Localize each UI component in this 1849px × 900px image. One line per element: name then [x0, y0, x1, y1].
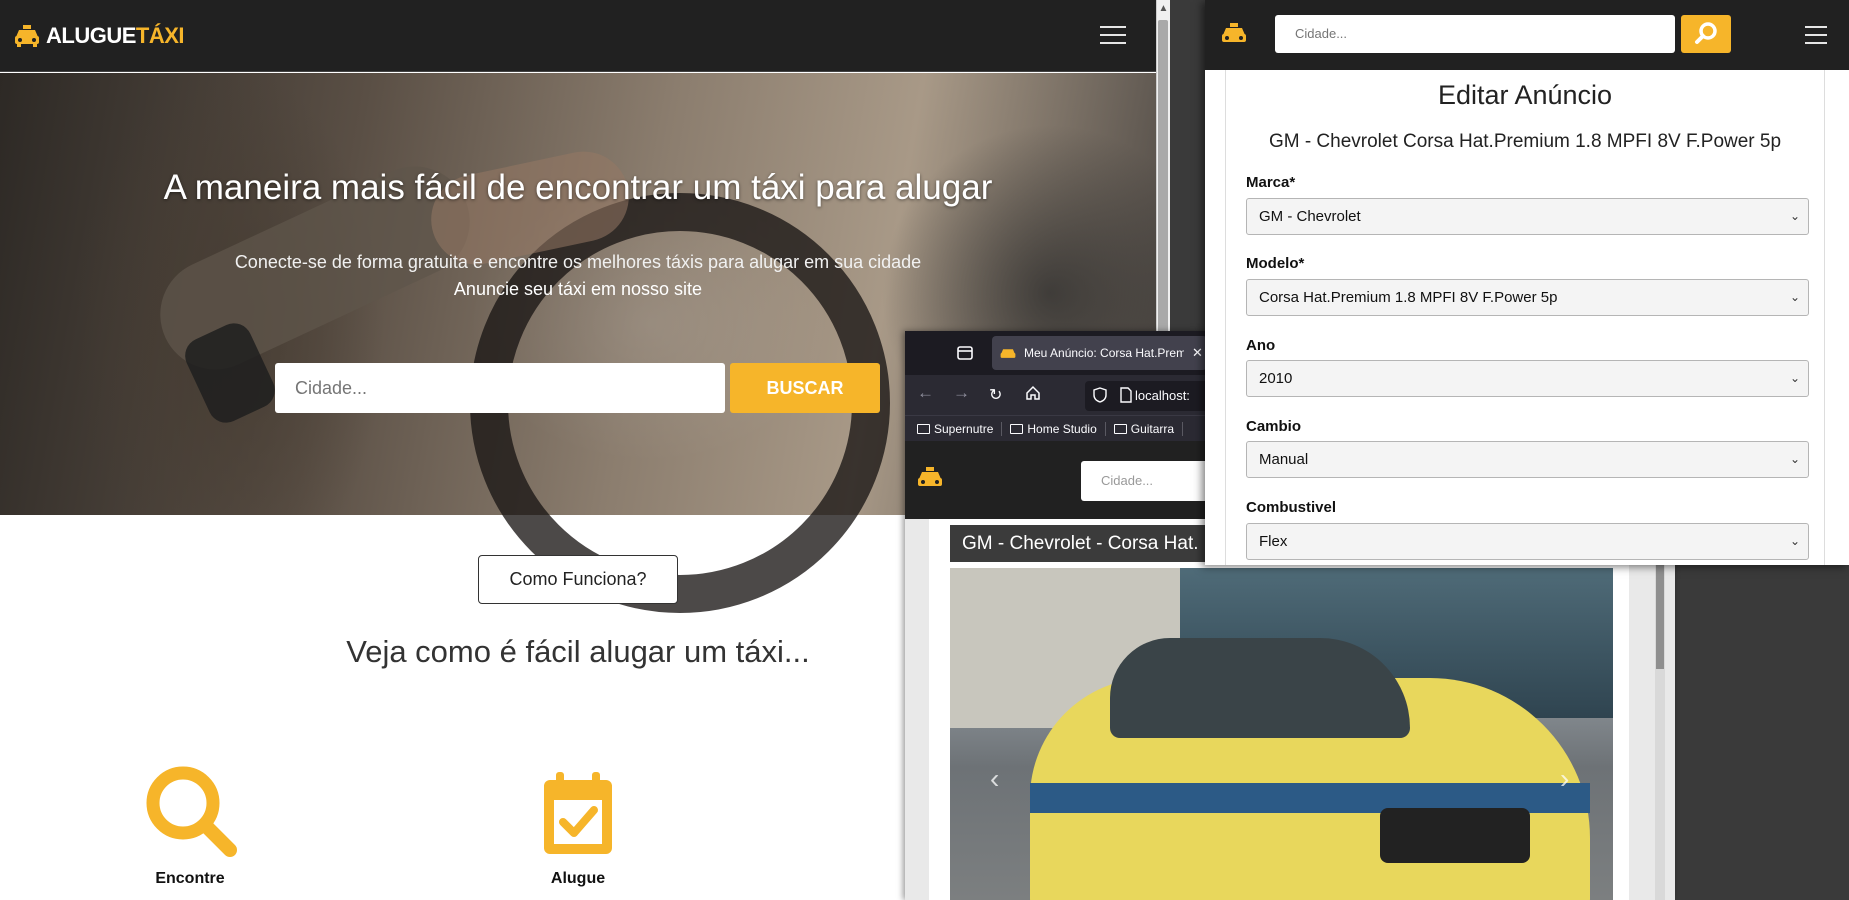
forward-arrow-icon[interactable]: →	[953, 383, 970, 403]
photo-taxi-windshield	[1110, 638, 1410, 738]
scroll-up-arrow-icon[interactable]: ▲	[1157, 0, 1170, 18]
carousel-prev-icon[interactable]: ‹	[990, 763, 999, 795]
logo-part2: TÁXI	[135, 23, 185, 48]
hero-advertise-link[interactable]: Anuncie seu táxi em nosso site	[0, 279, 1156, 300]
chevron-down-icon: ⌄	[1789, 371, 1800, 385]
url-text: localhost:	[1135, 388, 1190, 403]
field-label-marca: Marca*	[1246, 174, 1296, 191]
chevron-down-icon: ⌄	[1789, 452, 1800, 466]
folder-icon	[917, 423, 930, 434]
calendar-check-icon	[538, 770, 618, 860]
folder-icon	[1113, 423, 1127, 434]
feature-rent-label: Alugue	[550, 870, 606, 887]
taxi-logo-icon[interactable]	[917, 467, 943, 494]
photo-taxi-grille	[1380, 808, 1530, 863]
hamburger-menu-icon[interactable]	[1805, 26, 1827, 46]
bookmark-guitarra[interactable]: Guitarra	[1113, 421, 1184, 436]
hero-search-button[interactable]: BUSCAR	[730, 363, 880, 413]
edit-listing-window: Editar Anúncio GM - Chevrolet Corsa Hat.…	[1205, 0, 1849, 565]
edit-title: Editar Anúncio	[1437, 80, 1613, 110]
edit-city-search-input[interactable]	[1275, 15, 1675, 53]
feature-find-label: Encontre	[155, 870, 225, 887]
carousel-next-icon[interactable]: ›	[1560, 763, 1569, 795]
taxi-favicon-icon	[1000, 349, 1016, 358]
ano-select[interactable]: 2010 ⌄	[1246, 360, 1809, 397]
bookmark-home-studio[interactable]: Home Studio	[1010, 421, 1106, 436]
combustivel-select[interactable]: Flex ⌄	[1246, 523, 1809, 560]
field-label-modelo: Modelo*	[1246, 255, 1305, 272]
taxi-logo-icon[interactable]	[1221, 23, 1247, 50]
chevron-down-icon: ⌄	[1789, 209, 1800, 223]
logo-part1: ALUGUE	[46, 23, 136, 48]
tab-overview-icon[interactable]	[955, 343, 975, 363]
edit-vehicle-subtitle: GM - Chevrolet Corsa Hat.Premium 1.8 MPF…	[1268, 131, 1782, 152]
taxi-logo-icon	[15, 25, 39, 47]
hamburger-menu-icon[interactable]	[1100, 26, 1126, 46]
chevron-down-icon: ⌄	[1789, 290, 1800, 304]
field-label-cambio: Cambio	[1246, 418, 1302, 435]
home-icon[interactable]	[1025, 385, 1041, 406]
how-it-works-button[interactable]: Como Funciona?	[478, 555, 678, 604]
shield-icon[interactable]	[1093, 387, 1107, 408]
reload-icon[interactable]: ↻	[989, 385, 1002, 405]
hero-city-search-input[interactable]	[275, 363, 725, 413]
hero-title: A maneira mais fácil de encontrar um táx…	[163, 168, 993, 207]
tab-title: Meu Anúncio: Corsa Hat.Premium	[1024, 346, 1184, 360]
back-arrow-icon[interactable]: ←	[917, 383, 934, 403]
search-icon	[1695, 22, 1717, 44]
bookmark-supernutre[interactable]: Supernutre	[917, 421, 1003, 436]
field-label-combustivel: Combustivel	[1246, 499, 1337, 516]
browser-tab-active[interactable]: Meu Anúncio: Corsa Hat.Premium ✕	[992, 336, 1207, 370]
chevron-down-icon: ⌄	[1789, 534, 1800, 548]
cambio-select[interactable]: Manual ⌄	[1246, 441, 1809, 478]
search-icon	[140, 760, 240, 860]
page-info-icon[interactable]	[1120, 387, 1132, 408]
modelo-select[interactable]: Corsa Hat.Premium 1.8 MPFI 8V F.Power 5p…	[1246, 279, 1809, 316]
tab-close-icon[interactable]: ✕	[1192, 345, 1203, 361]
hero-subtitle: Conecte-se de forma gratuita e encontre …	[234, 252, 922, 272]
marca-select[interactable]: GM - Chevrolet ⌄	[1246, 198, 1809, 235]
site-logo[interactable]: ALUGUETÁXI	[14, 22, 185, 50]
field-label-ano: Ano	[1246, 337, 1276, 354]
listing-car-photo: ‹ ›	[950, 568, 1613, 900]
edit-search-button[interactable]	[1681, 15, 1731, 53]
folder-icon	[1010, 423, 1024, 434]
